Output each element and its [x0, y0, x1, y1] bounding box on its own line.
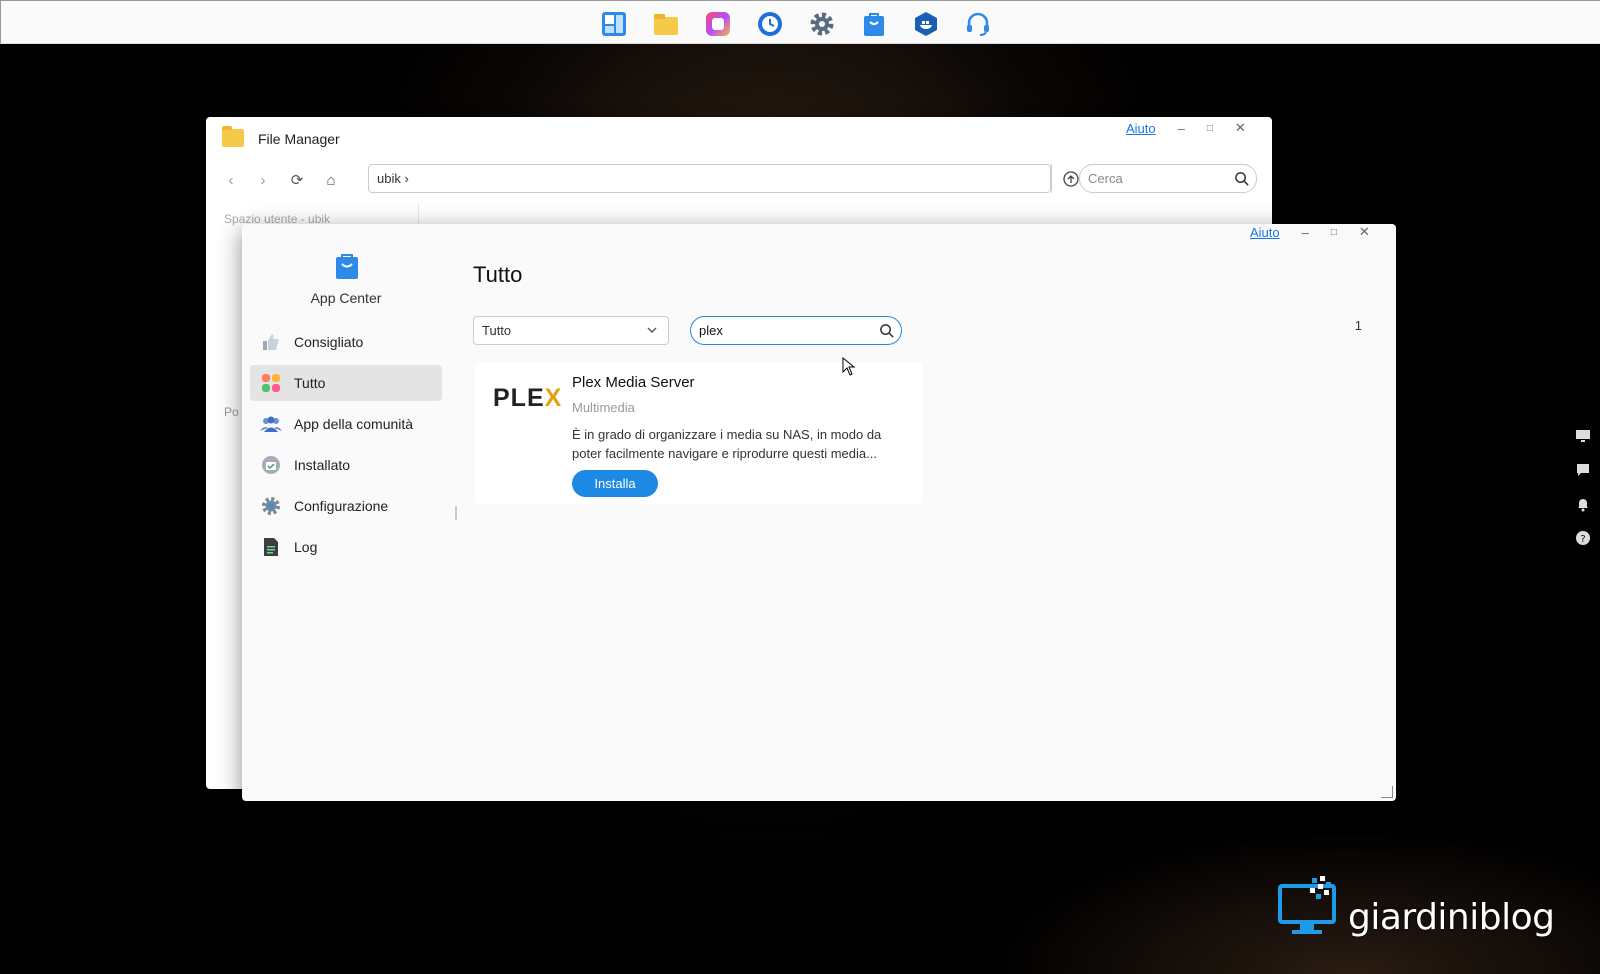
app-card[interactable]: PLEX Plex Media Server Multimedia È in g… [475, 362, 923, 504]
window-title: File Manager [258, 131, 340, 147]
installed-icon [260, 454, 282, 476]
app-store-bag-icon[interactable] [858, 8, 890, 40]
backup-clock-icon[interactable] [754, 8, 786, 40]
minimize-icon[interactable]: – [1302, 225, 1309, 240]
sidebar-resize-handle[interactable] [455, 506, 457, 520]
path-segment[interactable]: ubik [377, 171, 401, 186]
sidebar-item-label: Log [294, 539, 318, 555]
home-icon[interactable]: ⌂ [322, 172, 340, 190]
app-description: È in grado di organizzare i media su NAS… [572, 427, 882, 461]
sidebar-item-community[interactable]: App della comunità [250, 406, 442, 442]
sidebar-item-label: App della comunità [294, 416, 414, 432]
maximize-icon[interactable]: □ [1331, 227, 1337, 238]
gear-icon [260, 495, 282, 517]
monitor-logo-icon [1278, 876, 1336, 934]
log-icon [260, 536, 282, 558]
forward-icon[interactable]: › [254, 172, 272, 190]
search-input[interactable]: plex [690, 316, 902, 345]
sidebar-label-2: Po [224, 405, 239, 419]
page-title: Tutto [473, 262, 523, 287]
category-select[interactable]: Tutto [473, 316, 669, 345]
app-center-window[interactable]: Aiuto – □ ✕ App Center Consigliato Tutto [242, 224, 1396, 801]
sidebar-item-tutto[interactable]: Tutto [250, 365, 442, 401]
watermark-logo: giardiniblog [1278, 874, 1555, 938]
sidebar-item-installato[interactable]: Installato [250, 447, 442, 483]
monitor-icon[interactable] [1575, 428, 1591, 444]
settings-gear-icon[interactable] [806, 8, 838, 40]
folder-icon[interactable] [650, 8, 682, 40]
refresh-icon[interactable]: ⟳ [288, 172, 306, 190]
sidebar-item-configurazione[interactable]: Configurazione [250, 488, 442, 524]
grid-apps-icon [260, 372, 282, 394]
watermark-text: giardiniblog [1348, 897, 1555, 938]
app-category: Multimedia [572, 400, 635, 415]
search-icon[interactable] [879, 323, 894, 341]
folder-icon [222, 126, 244, 147]
bell-icon[interactable] [1575, 496, 1591, 512]
close-icon[interactable]: ✕ [1359, 224, 1370, 240]
svg-text:?: ? [1580, 534, 1585, 545]
support-headset-icon[interactable] [962, 8, 994, 40]
sidebar-item-label: Consigliato [294, 334, 364, 350]
sidebar-item-label: Configurazione [294, 498, 389, 514]
sidebar-item-label: Installato [294, 457, 351, 473]
dashboard-icon[interactable] [598, 8, 630, 40]
search-icon [1234, 171, 1249, 189]
help-link[interactable]: Aiuto [1250, 225, 1280, 240]
app-name[interactable]: Plex Media Server [572, 374, 695, 391]
plex-logo: PLEX [493, 384, 563, 412]
sidebar-item-label: Tutto [294, 375, 326, 391]
docker-icon[interactable] [910, 8, 942, 40]
mouse-cursor-icon [842, 356, 856, 382]
help-link[interactable]: Aiuto [1126, 121, 1156, 136]
community-icon [260, 413, 282, 435]
minimize-icon[interactable]: – [1178, 121, 1185, 136]
path-breadcrumb[interactable]: ubik › [368, 164, 1051, 193]
resize-grip-icon[interactable] [1381, 786, 1393, 798]
taskbar [0, 0, 1600, 44]
app-title: App Center [310, 290, 382, 306]
page-number: 1 [1354, 318, 1362, 333]
close-icon[interactable]: ✕ [1235, 120, 1246, 136]
sidebar: App Center Consigliato Tutto App della c… [242, 224, 450, 801]
chevron-right-icon: › [404, 171, 409, 186]
search-input[interactable]: Cerca [1079, 164, 1257, 193]
sidebar-item-log[interactable]: Log [250, 529, 442, 565]
photos-icon[interactable] [702, 8, 734, 40]
app-center-logo-icon [334, 254, 360, 280]
thumbs-up-icon [260, 331, 282, 353]
chat-icon[interactable] [1575, 462, 1591, 478]
maximize-icon[interactable]: □ [1207, 123, 1213, 134]
back-icon[interactable]: ‹ [222, 172, 240, 190]
sidebar-item-consigliato[interactable]: Consigliato [250, 324, 442, 360]
install-button[interactable]: Installa [572, 470, 658, 497]
chevron-down-icon [646, 324, 658, 339]
right-toolbar: ? [1575, 428, 1591, 546]
help-icon[interactable]: ? [1575, 530, 1591, 546]
